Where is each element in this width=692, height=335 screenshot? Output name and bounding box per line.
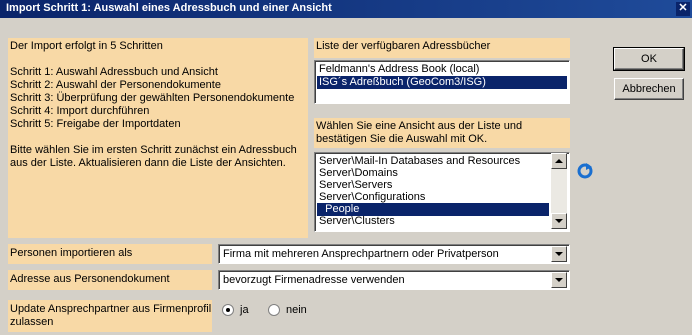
- close-icon[interactable]: ✕: [676, 2, 690, 16]
- instructions-step-2: Schritt 2: Auswahl der Personendokumente: [10, 79, 221, 91]
- addressbook-list[interactable]: Feldmann's Address Book (local) ISG´s Ad…: [314, 60, 570, 104]
- arrow-up-icon: [555, 159, 563, 163]
- update-label-line1: Update Ansprechpartner aus Firmenprofil: [10, 303, 212, 315]
- instructions-step-5: Schritt 5: Freigabe der Importdaten: [10, 118, 181, 130]
- update-label-line2: zulassen: [10, 316, 54, 328]
- instructions-intro: Der Import erfolgt in 5 Schritten: [10, 40, 163, 52]
- instructions-step-3: Schritt 3: Überprüfung der gewählten Per…: [10, 92, 295, 104]
- cancel-button[interactable]: Abbrechen: [614, 78, 684, 100]
- address-select[interactable]: bevorzugt Firmenadresse verwenden: [218, 270, 570, 290]
- views-list[interactable]: Server\Mail-In Databases and Resources S…: [314, 152, 570, 232]
- refresh-icon[interactable]: [576, 162, 594, 180]
- instructions-hint-2: aus der Liste. Aktualisieren dann die Li…: [10, 157, 286, 169]
- window-title: Import Schritt 1: Auswahl eines Adressbu…: [6, 2, 332, 14]
- persons-select-value: Firma mit mehreren Ansprechpartnern oder…: [223, 248, 499, 260]
- addressbooks-label: Liste der verfügbaren Adressbücher: [316, 40, 491, 52]
- view-item[interactable]: Server\Clusters: [317, 215, 549, 228]
- persons-label: Personen importieren als: [10, 247, 133, 259]
- addressbook-item[interactable]: Feldmann's Address Book (local): [317, 63, 567, 76]
- chevron-down-icon: [555, 278, 563, 282]
- chevron-down-icon: [555, 252, 563, 256]
- address-dropdown-button[interactable]: [551, 272, 567, 288]
- radio-no[interactable]: [268, 304, 280, 316]
- persons-dropdown-button[interactable]: [551, 246, 567, 262]
- radio-yes-label[interactable]: ja: [240, 304, 249, 317]
- ok-button[interactable]: OK: [613, 47, 685, 71]
- persons-select[interactable]: Firma mit mehreren Ansprechpartnern oder…: [218, 244, 570, 264]
- scroll-down-button[interactable]: [551, 213, 567, 229]
- radio-yes-dot: [226, 308, 230, 312]
- import-dialog: Import Schritt 1: Auswahl eines Adressbu…: [0, 0, 692, 335]
- instructions-step-4: Schritt 4: Import durchführen: [10, 105, 150, 117]
- address-select-value: bevorzugt Firmenadresse verwenden: [223, 274, 405, 286]
- views-label-line1: Wählen Sie eine Ansicht aus der Liste un…: [316, 120, 523, 132]
- address-label: Adresse aus Personendokument: [10, 273, 170, 285]
- arrow-down-icon: [555, 219, 563, 223]
- views-label-line2: bestätigen Sie die Auswahl mit OK.: [316, 133, 488, 145]
- radio-no-label[interactable]: nein: [286, 304, 307, 317]
- title-bar: Import Schritt 1: Auswahl eines Adressbu…: [0, 0, 692, 18]
- instructions-step-1: Schritt 1: Auswahl Adressbuch und Ansich…: [10, 66, 218, 78]
- radio-yes[interactable]: [222, 304, 234, 316]
- scroll-up-button[interactable]: [551, 153, 567, 169]
- addressbook-item-selected[interactable]: ISG´s Adreßbuch (GeoCom3/ISG): [317, 76, 567, 89]
- instructions-hint-1: Bitte wählen Sie im ersten Schritt zunäc…: [10, 144, 297, 156]
